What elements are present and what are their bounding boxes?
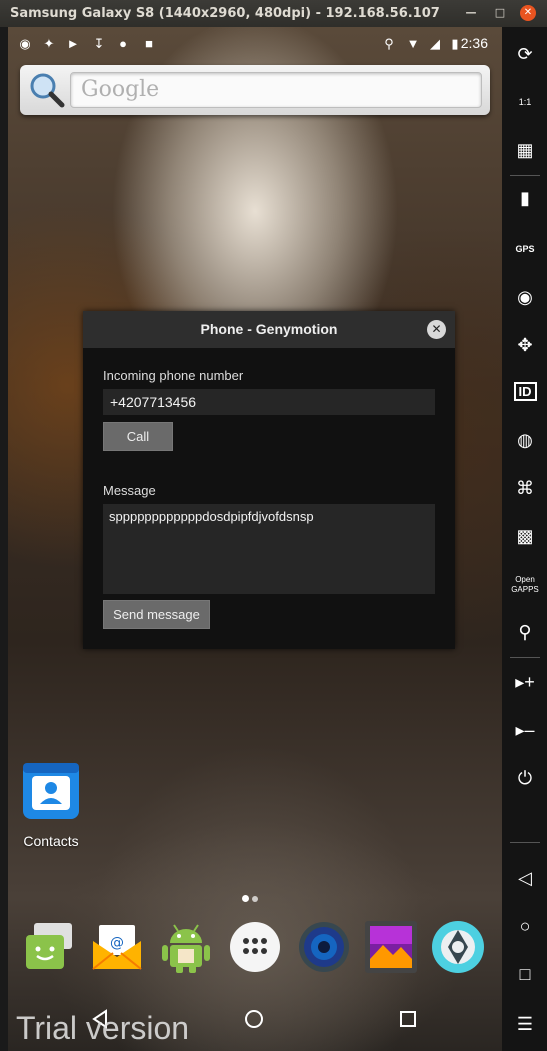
page-indicator <box>242 889 266 902</box>
download-icon: ↧ <box>93 36 105 51</box>
message-textarea[interactable]: sppppppppppppdosdpipfdjvofdsnsp <box>103 504 435 594</box>
call-button[interactable]: Call <box>103 422 173 451</box>
camera-app-icon[interactable] <box>430 919 486 975</box>
nav-back-icon[interactable]: ◁ <box>510 863 540 893</box>
sms-icon[interactable]: ▩ <box>510 521 540 551</box>
minimize-icon[interactable]: — <box>463 5 479 21</box>
email-app-icon[interactable]: @ <box>89 919 145 975</box>
status-time: 2:36 <box>460 35 488 51</box>
contacts-app-icon[interactable] <box>20 760 82 822</box>
dialog-title: Phone - Genymotion <box>83 311 455 348</box>
volume-down-icon[interactable]: ▸– <box>510 715 540 745</box>
window-titlebar: Samsung Galaxy S8 (1440x2960, 480dpi) - … <box>0 0 547 27</box>
android-app-icon[interactable] <box>158 919 214 975</box>
recents-icon[interactable] <box>400 1011 416 1027</box>
search-icon[interactable] <box>28 71 66 109</box>
toolbar-divider <box>510 175 540 176</box>
home-icon[interactable] <box>244 1009 264 1029</box>
left-edge <box>0 27 8 1051</box>
ratio-text: 1:1 <box>518 97 532 107</box>
signal-icon: ◢ <box>430 36 440 51</box>
nav-recents-icon[interactable]: □ <box>510 959 540 989</box>
gallery-app-icon[interactable] <box>363 919 419 975</box>
messaging-app-icon[interactable] <box>20 919 76 975</box>
share-icon[interactable]: ⚲ <box>510 617 540 647</box>
maximize-icon[interactable]: □ <box>492 5 508 21</box>
genymotion-window: Samsung Galaxy S8 (1440x2960, 480dpi) - … <box>0 0 547 1051</box>
music-app-icon[interactable] <box>296 919 352 975</box>
battery-icon[interactable]: ▮ <box>510 183 540 213</box>
svg-text:@: @ <box>110 935 124 951</box>
network-icon[interactable]: ⌘ <box>510 473 540 503</box>
pixel-perfect-icon[interactable]: 1:1 <box>510 87 540 117</box>
window-title: Samsung Galaxy S8 (1440x2960, 480dpi) - … <box>10 6 440 21</box>
rotate-icon[interactable]: ⟳ <box>510 39 540 69</box>
wifi-icon: ▼ <box>406 36 420 51</box>
gps-icon[interactable]: GPS <box>510 234 540 264</box>
nav-menu-icon[interactable]: ☰ <box>510 1009 540 1039</box>
google-search-widget[interactable]: Google <box>20 65 490 115</box>
device-screen[interactable]: ◉ ✦ ► ↧ ● ■ ⚲ ▼ ◢ ▮ 2:36 Google Contacts… <box>8 27 502 1051</box>
shield-play-icon: ► <box>66 36 80 51</box>
contacts-label: Contacts <box>23 833 79 849</box>
toolbar-divider <box>510 657 540 658</box>
power-icon[interactable]: ⏻ <box>510 763 540 793</box>
app-drawer-icon[interactable] <box>227 919 283 975</box>
wallpaper-road <box>48 647 468 1051</box>
close-icon[interactable]: ✕ <box>520 5 536 21</box>
navigation-icon[interactable]: ✥ <box>510 330 540 360</box>
opengapps-text: Open GAPPS <box>511 575 539 594</box>
identifiers-icon[interactable]: ID <box>510 377 540 407</box>
nav-home-icon[interactable]: ○ <box>510 911 540 941</box>
messenger-icon: ◉ <box>19 36 31 51</box>
disk-io-icon[interactable]: ◍ <box>510 425 540 455</box>
webcam-icon[interactable]: ◉ <box>510 282 540 312</box>
google-search-input[interactable]: Google <box>70 72 482 108</box>
volume-up-icon[interactable]: ▸+ <box>510 667 540 697</box>
shield-icon: ■ <box>145 36 153 51</box>
twitter-icon: ✦ <box>43 36 55 51</box>
phone-number-label: Incoming phone number <box>103 368 244 383</box>
status-bar: ◉ ✦ ► ↧ ● ■ ⚲ ▼ ◢ ▮ 2:36 <box>8 27 502 61</box>
trial-watermark: Trial version <box>16 1010 190 1046</box>
capture-icon[interactable]: ▦ <box>510 135 540 165</box>
toolbar-divider <box>510 842 540 843</box>
genymotion-toolbar: ⟳ 1:1 ▦ ▮ GPS ◉ ✥ ID ◍ ⌘ ▩ Open GAPPS ⚲ … <box>502 27 547 1051</box>
key-icon: ⚲ <box>384 36 394 51</box>
location-icon: ● <box>119 36 127 51</box>
gps-text: GPS <box>515 244 535 254</box>
message-label: Message <box>103 483 156 498</box>
phone-number-input[interactable]: +4207713456 <box>103 389 435 415</box>
id-text: ID <box>513 382 537 401</box>
phone-dialog: Phone - Genymotion ✕ Incoming phone numb… <box>83 311 455 649</box>
dialog-close-icon[interactable]: ✕ <box>427 320 446 339</box>
open-gapps-icon[interactable]: Open GAPPS <box>510 571 540 601</box>
send-message-button[interactable]: Send message <box>103 600 210 629</box>
